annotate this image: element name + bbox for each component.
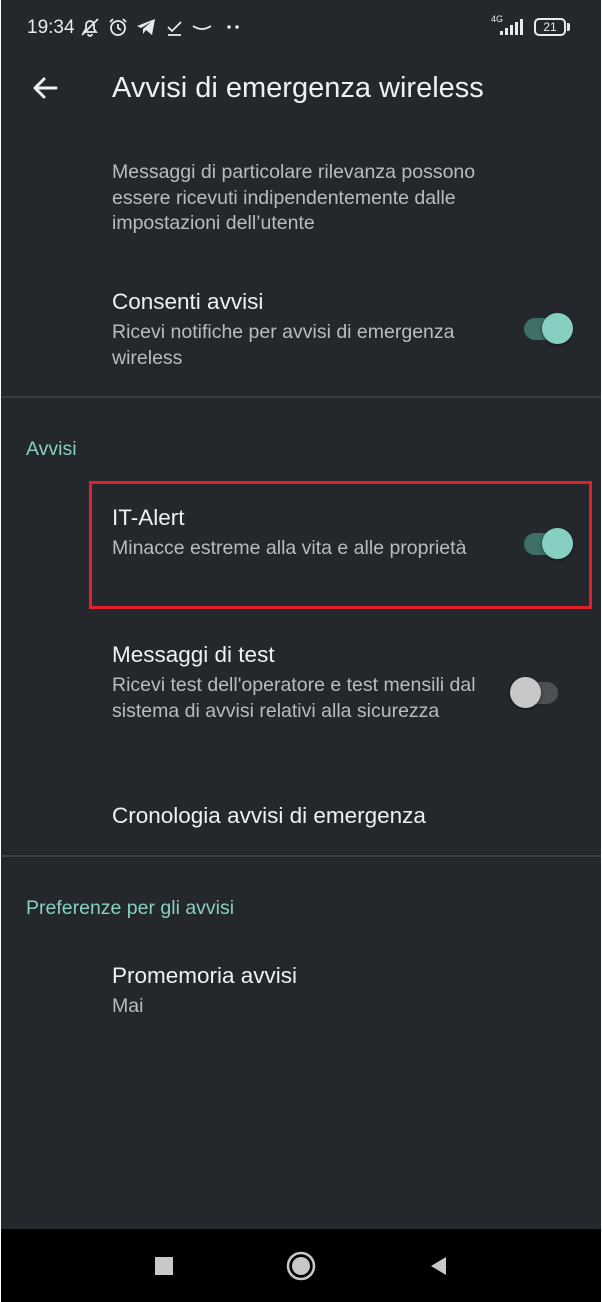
system-nav-bar <box>1 1229 601 1302</box>
back-triangle-icon <box>431 1257 446 1275</box>
status-bar: 19:34 4G 21 <box>1 0 601 56</box>
wave-icon <box>192 25 212 30</box>
home-circle-icon <box>286 1251 316 1281</box>
mute-bell-icon <box>81 18 99 37</box>
screen: 19:34 4G 21 Avvisi di emergenza wireless… <box>1 0 601 1302</box>
home-button[interactable] <box>284 1249 318 1283</box>
alert-history-title: Cronologia avvisi di emergenza <box>112 803 426 828</box>
battery-icon: 21 <box>534 18 566 36</box>
alarm-icon <box>109 18 127 36</box>
alert-reminder-title: Promemoria avvisi <box>112 963 298 988</box>
more-dots-icon <box>227 25 239 29</box>
allow-alerts-title: Consenti avvisi <box>112 289 264 314</box>
allow-alerts-toggle[interactable] <box>522 309 574 349</box>
telegram-icon <box>137 19 155 35</box>
section-header-preferences: Preferenze per gli avvisi <box>26 897 235 919</box>
battery-tip <box>567 23 570 31</box>
test-messages-toggle[interactable] <box>510 673 562 713</box>
test-messages-title: Messaggi di test <box>112 642 275 667</box>
check-icon <box>167 21 182 36</box>
divider <box>1 396 601 398</box>
page-title: Avvisi di emergenza wireless <box>112 72 484 104</box>
toggle-thumb <box>510 677 541 708</box>
signal-icon <box>500 19 523 35</box>
highlight-box <box>89 481 592 609</box>
back-arrow-icon <box>33 77 58 99</box>
recents-square-icon <box>155 1257 173 1275</box>
test-messages-summary: Ricevi test dell'operatore e test mensil… <box>112 674 476 722</box>
intro-description: Messaggi di particolare rilevanza posson… <box>112 161 476 234</box>
divider <box>1 855 601 857</box>
allow-alerts-summary: Ricevi notifiche per avvisi di emergenza… <box>112 321 455 369</box>
section-header-alerts: Avvisi <box>26 438 77 460</box>
status-time: 19:34 <box>27 17 75 38</box>
toggle-thumb <box>542 313 573 344</box>
back-button[interactable] <box>27 70 63 106</box>
nav-back-button[interactable] <box>421 1249 455 1283</box>
battery-level: 21 <box>543 20 557 34</box>
recents-button[interactable] <box>147 1249 181 1283</box>
alert-reminder-summary: Mai <box>112 995 144 1017</box>
